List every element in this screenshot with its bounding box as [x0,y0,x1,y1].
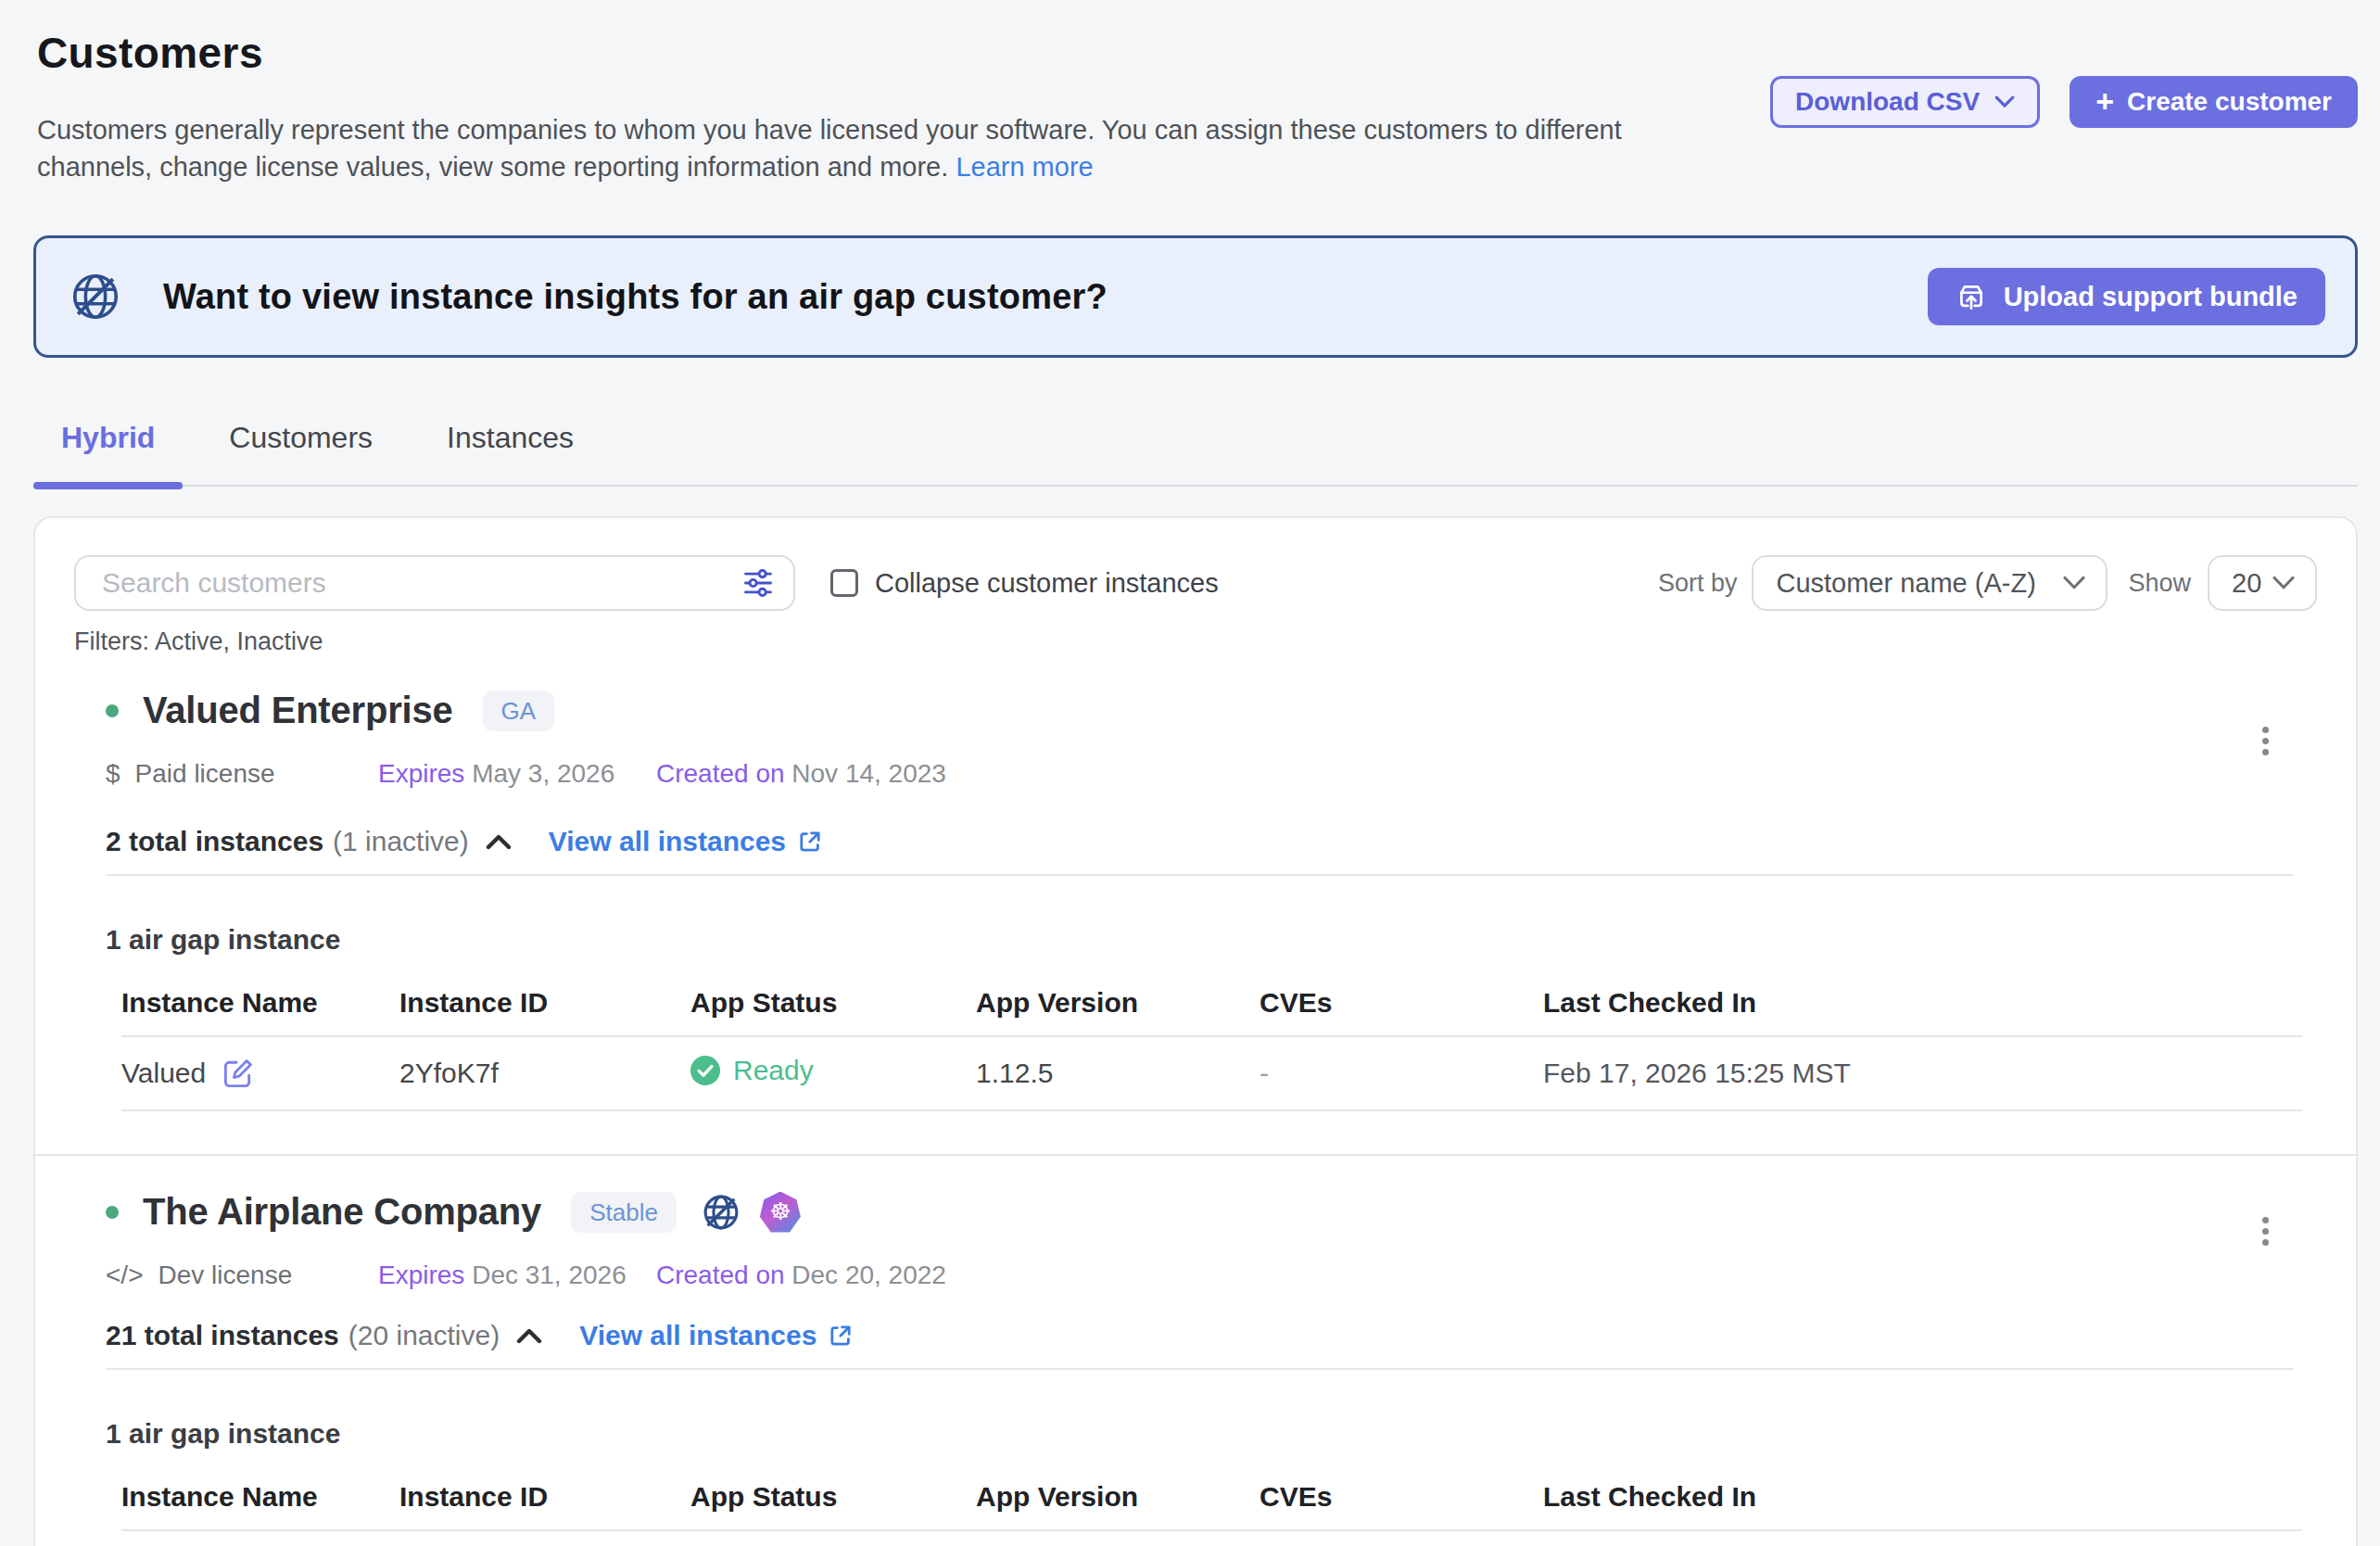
customer-header: Valued Enterprise GA [74,690,2317,731]
page-header: Customers Download CSV + Create customer… [0,0,2380,185]
channel-badge: GA [483,691,555,731]
banner-title: Want to view instance insights for an ai… [163,277,1108,317]
dollar-icon: $ [106,759,120,789]
search-input[interactable] [74,555,795,611]
show-select-value: 20 [2232,568,2261,599]
download-csv-button[interactable]: Download CSV [1770,76,2040,128]
chevron-down-icon [2063,576,2085,590]
total-instances: 21 total instances [106,1320,339,1351]
license-row: $ Paid license Expires May 3, 2026 Create… [74,759,2317,789]
active-status-dot [106,704,119,717]
tab-hybrid[interactable]: Hybrid [33,421,183,485]
header-actions: Download CSV + Create customer [1770,76,2358,128]
instance-id: 2YfoK7f [399,1058,690,1089]
list-controls: Collapse customer instances Sort by Cust… [74,555,2317,611]
code-icon: </> [106,1261,143,1290]
air-gap-banner: Want to view instance insights for an ai… [33,235,2358,358]
chevron-down-icon [1994,95,2015,108]
plus-icon: + [2095,85,2114,117]
customer-header: The Airplane Company Stable ☸ [74,1191,2317,1233]
filter-sliders-icon[interactable] [741,566,775,607]
created-field: Created on Nov 14, 2023 [656,759,946,789]
sort-by-label: Sort by [1658,569,1738,598]
instances-summary: 21 total instances (20 inactive) View al… [74,1320,2317,1351]
sort-select[interactable]: Customer name (A-Z) [1752,555,2108,611]
view-all-instances-link[interactable]: View all instances [549,826,823,857]
air-gap-globe-icon [69,270,122,323]
customer-section-the-airplane-company: The Airplane Company Stable ☸ [74,1191,2317,1531]
license-type: Paid license [135,759,275,789]
search-wrapper [74,555,795,611]
external-link-icon [797,829,823,855]
customer-name[interactable]: Valued Enterprise [143,690,453,731]
created-field: Created on Dec 20, 2022 [656,1261,946,1290]
expires-field: Expires May 3, 2026 [378,759,656,789]
ready-check-icon [690,1056,720,1085]
show-select[interactable]: 20 [2208,555,2317,611]
external-link-icon [828,1323,854,1349]
license-type: Dev license [158,1261,292,1290]
inactive-note: (20 inactive) [348,1320,500,1351]
customer-menu-button[interactable] [2259,723,2272,759]
customer-name[interactable]: The Airplane Company [143,1191,541,1233]
customer-section-valued-enterprise: Valued Enterprise GA $ Paid license Expir… [74,690,2317,1111]
instances-table: Instance Name Instance ID App Status App… [121,987,2302,1111]
air-gap-instances-label: 1 air gap instance [74,1418,2317,1450]
section-divider [35,1154,2356,1156]
chevron-down-icon [2272,576,2295,590]
learn-more-link[interactable]: Learn more [956,152,1093,182]
customers-card: Collapse customer instances Sort by Cust… [33,516,2358,1546]
collapse-chevron-up-icon[interactable] [486,833,512,850]
customers-page: Customers Download CSV + Create customer… [0,0,2380,1546]
upload-support-bundle-button[interactable]: Upload support bundle [1928,268,2325,325]
edit-icon[interactable] [222,1058,254,1089]
collapse-instances-checkbox[interactable] [830,569,858,597]
inactive-note: (1 inactive) [333,826,469,857]
upload-support-bundle-label: Upload support bundle [2004,282,2298,312]
total-instances: 2 total instances [106,826,323,857]
tab-instances[interactable]: Instances [419,421,601,485]
last-checked-in: Feb 17, 2026 15:25 MST [1543,1058,1851,1089]
create-customer-button[interactable]: + Create customer [2070,76,2358,128]
app-status: Ready [690,1055,814,1086]
channel-badge: Stable [571,1192,677,1233]
active-status-dot [106,1206,119,1219]
create-customer-label: Create customer [2127,87,2332,117]
app-version: 1.12.5 [976,1058,1260,1089]
view-all-instances-link[interactable]: View all instances [579,1320,854,1351]
license-row: </> Dev license Expires Dec 31, 2026 Crea… [74,1261,2317,1290]
kubernetes-icon: ☸ [760,1192,801,1233]
active-filters: Filters: Active, Inactive [74,627,2317,656]
sort-select-value: Customer name (A-Z) [1776,568,2035,599]
air-gap-globe-icon [701,1192,741,1233]
page-title: Customers [37,28,2358,78]
instance-name: Valued [121,1058,206,1089]
show-label: Show [2128,569,2191,598]
tab-bar: Hybrid Customers Instances [33,358,2358,487]
upload-icon [1956,281,1987,312]
tab-customers[interactable]: Customers [201,421,400,485]
air-gap-instances-label: 1 air gap instance [74,924,2317,956]
page-description: Customers generally represent the compan… [37,111,1676,185]
customer-menu-button[interactable] [2259,1213,2272,1249]
table-header-row: Instance Name Instance ID App Status App… [121,1481,2302,1513]
download-csv-label: Download CSV [1795,87,1980,117]
collapse-instances-label: Collapse customer instances [875,568,1219,599]
instances-table: Instance Name Instance ID App Status App… [121,1481,2302,1531]
instance-row: Valued 2YfoK7f [121,1037,2302,1109]
instances-summary: 2 total instances (1 inactive) View all … [74,826,2317,857]
table-header-row: Instance Name Instance ID App Status App… [121,987,2302,1019]
collapse-chevron-up-icon[interactable] [516,1327,542,1344]
cves-value: - [1260,1058,1543,1089]
expires-field: Expires Dec 31, 2026 [378,1261,656,1290]
